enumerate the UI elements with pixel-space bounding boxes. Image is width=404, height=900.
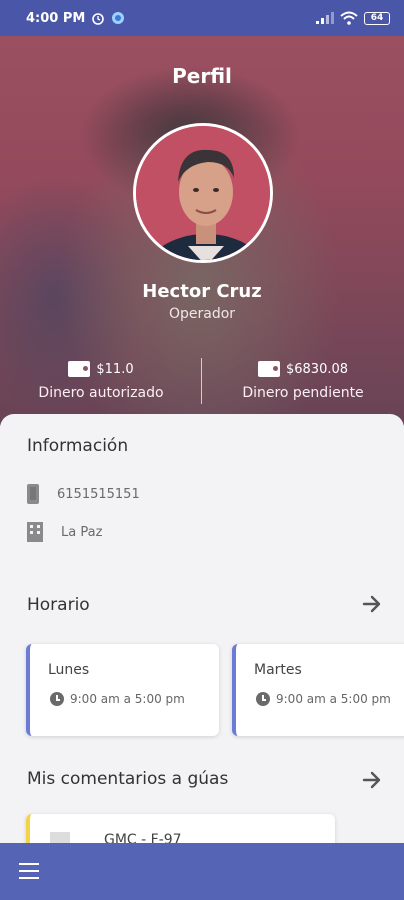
building-icon [27,522,43,542]
status-time: 4:00 PM [26,10,86,26]
avatar-photo [136,126,270,260]
schedule-section-title: Horario [27,595,90,615]
status-bar: 4:00 PM 64 [0,0,404,36]
bottom-bar [0,843,404,900]
phone-number: 6151515151 [57,486,140,502]
alarm-icon [92,13,105,25]
wifi-icon [340,11,358,25]
hours-label: 9:00 am a 5:00 pm [70,692,185,706]
signal-icon [316,12,334,24]
wallet-icon [68,361,91,377]
profile-content: Información 6151515151 La Paz Horario Lu… [0,414,404,854]
wallet-icon [257,361,280,377]
pending-money-value: $6830.08 [285,361,349,377]
user-name: Hector Cruz [142,281,262,302]
city-row: La Paz [27,522,102,542]
pending-money: $6830.08 Dinero pendiente [202,361,404,401]
authorized-money-value: $11.0 [96,361,134,377]
arrow-right-icon[interactable] [362,595,382,613]
notification-icon [112,12,125,24]
authorized-money: $11.0 Dinero autorizado [0,361,202,401]
hours-label: 9:00 am a 5:00 pm [276,692,391,706]
day-label: Lunes [48,662,90,678]
phone-icon [27,484,39,504]
page-title: Perfil [172,64,232,88]
phone-row: 6151515151 [27,484,140,504]
clock-icon [50,692,64,706]
user-role: Operador [168,306,236,322]
schedule-card[interactable]: Lunes 9:00 am a 5:00 pm [26,644,219,736]
schedule-card[interactable]: Martes 9:00 am a 5:00 pm [232,644,404,736]
authorized-money-label: Dinero autorizado [38,385,164,401]
menu-icon[interactable] [19,863,39,879]
pending-money-label: Dinero pendiente [242,385,364,401]
comments-section-title: Mis comentarios a gúas [27,769,229,789]
day-label: Martes [254,662,302,678]
profile-header: Perfil Hector Cruz Operador $11.0 Dinero… [0,36,404,426]
info-section-title: Información [27,436,129,456]
clock-icon [256,692,270,706]
avatar[interactable] [133,123,273,263]
arrow-right-icon[interactable] [362,771,382,789]
battery-icon: 64 [364,11,390,25]
city-name: La Paz [61,524,103,540]
